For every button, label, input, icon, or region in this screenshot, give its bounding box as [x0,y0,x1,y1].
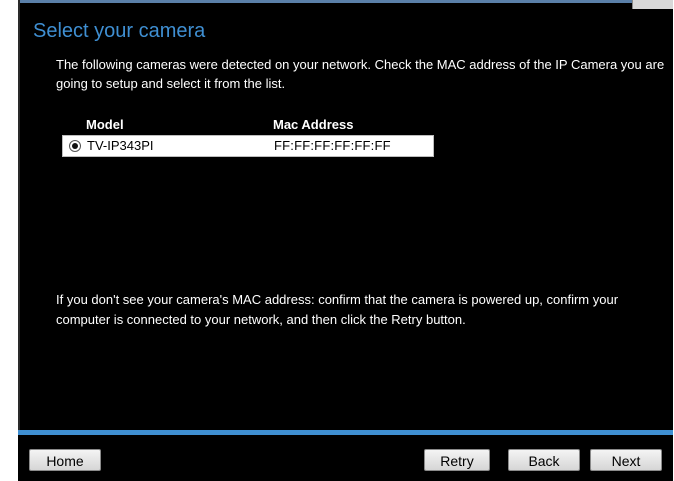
help-text: If you don't see your camera's MAC addre… [56,292,619,327]
radio-selected-dot [72,143,78,149]
camera-model-cell: TV-IP343PI [87,138,154,153]
window-left-border [18,0,20,430]
setup-wizard-window: Select your camera The following cameras… [18,0,673,481]
home-button[interactable]: Home [29,449,101,471]
footer-bar: Home Retry Back Next [18,435,673,481]
retry-button[interactable]: Retry [424,449,490,471]
camera-mac-cell: FF:FF:FF:FF:FF:FF [274,138,391,153]
column-header-model: Model [86,117,124,132]
camera-list: Model Mac Address TV-IP343PI FF:FF:FF:FF… [62,117,434,157]
page-title: Select your camera [33,20,206,42]
camera-row[interactable]: TV-IP343PI FF:FF:FF:FF:FF:FF [62,135,434,157]
camera-select-radio[interactable] [69,140,81,152]
column-header-mac: Mac Address [273,117,354,132]
window-top-border [18,0,673,3]
next-button[interactable]: Next [590,449,662,471]
back-button[interactable]: Back [508,449,580,471]
window-corner-control [632,0,673,9]
intro-text: The following cameras were detected on y… [56,57,665,91]
camera-list-header: Model Mac Address [62,117,434,135]
